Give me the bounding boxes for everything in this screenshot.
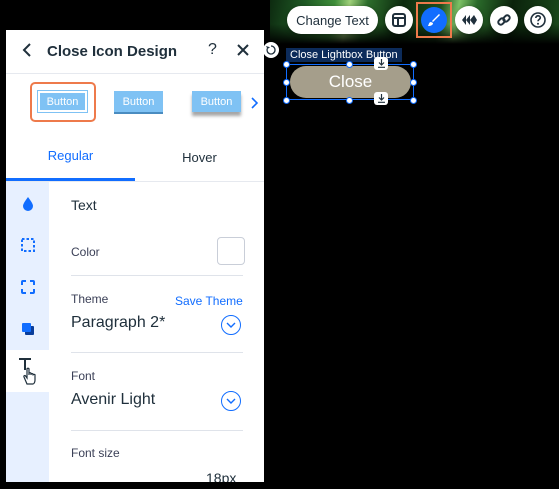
animation-button[interactable] bbox=[455, 6, 483, 34]
corners-icon bbox=[20, 280, 35, 294]
resize-handle-top-right[interactable] bbox=[410, 61, 417, 68]
chevron-down-icon bbox=[226, 322, 236, 328]
link-icon bbox=[497, 14, 511, 26]
resize-handle-right[interactable] bbox=[410, 79, 417, 86]
panel-header: Close Icon Design ? bbox=[6, 30, 264, 74]
design-button-highlight bbox=[416, 2, 452, 38]
panel-title: Close Icon Design bbox=[47, 43, 178, 60]
tab-regular[interactable]: Regular bbox=[6, 133, 135, 181]
anchor-top-icon[interactable] bbox=[374, 57, 388, 70]
back-chevron-icon[interactable] bbox=[22, 42, 32, 63]
font-size-label: Font size bbox=[71, 446, 120, 460]
rotate-icon[interactable] bbox=[263, 42, 279, 58]
link-button[interactable] bbox=[490, 6, 518, 34]
panel-help-icon[interactable]: ? bbox=[208, 41, 217, 59]
divider bbox=[71, 275, 243, 276]
preset-button-1[interactable]: Button bbox=[37, 90, 88, 113]
font-size-value[interactable]: 18px bbox=[206, 470, 236, 482]
sidebar-item-text[interactable] bbox=[6, 350, 49, 392]
sidebar-item-fill[interactable] bbox=[6, 182, 49, 224]
fill-drop-icon bbox=[22, 196, 33, 211]
change-text-button[interactable]: Change Text bbox=[287, 6, 378, 34]
preset-button-3[interactable]: Button bbox=[192, 91, 241, 112]
resize-handle-bottom-right[interactable] bbox=[410, 97, 417, 104]
border-dashed-icon bbox=[20, 238, 35, 252]
resize-handle-left[interactable] bbox=[283, 79, 290, 86]
sidebar-item-shadow[interactable] bbox=[6, 308, 49, 350]
font-label: Font bbox=[71, 369, 96, 383]
theme-label: Theme bbox=[71, 292, 109, 306]
theme-dropdown[interactable] bbox=[221, 315, 241, 335]
divider bbox=[71, 352, 243, 353]
resize-handle-top[interactable] bbox=[346, 61, 353, 68]
chevron-right-icon[interactable] bbox=[250, 96, 259, 114]
sidebar-item-corners[interactable] bbox=[6, 266, 49, 308]
state-tabs: Regular Hover bbox=[6, 133, 264, 182]
close-lightbox-button[interactable]: Close bbox=[290, 66, 411, 98]
question-icon bbox=[530, 12, 546, 28]
color-swatch[interactable] bbox=[217, 237, 245, 265]
anchor-bottom-icon[interactable] bbox=[374, 92, 388, 105]
chevron-down-icon bbox=[226, 398, 236, 404]
design-sidebar bbox=[6, 182, 49, 482]
theme-value[interactable]: Paragraph 2* bbox=[71, 314, 165, 332]
tab-hover[interactable]: Hover bbox=[135, 133, 264, 181]
layout-button[interactable] bbox=[385, 6, 413, 34]
design-button[interactable] bbox=[421, 7, 447, 33]
close-icon[interactable] bbox=[236, 43, 250, 62]
paintbrush-icon bbox=[428, 14, 440, 26]
resize-handle-top-left[interactable] bbox=[283, 61, 290, 68]
text-icon bbox=[18, 358, 36, 385]
divider bbox=[71, 430, 243, 431]
animation-icon bbox=[462, 15, 477, 25]
save-theme-link[interactable]: Save Theme bbox=[175, 294, 243, 308]
design-panel: Close Icon Design ? Button Button Button… bbox=[6, 30, 264, 482]
layout-icon bbox=[392, 13, 406, 27]
color-label: Color bbox=[71, 245, 100, 259]
resize-handle-bottom-left[interactable] bbox=[283, 97, 290, 104]
shadow-icon bbox=[21, 323, 34, 335]
text-settings: Text Color Theme Save Theme Paragraph 2*… bbox=[49, 182, 264, 482]
preset-button-2[interactable]: Button bbox=[114, 91, 163, 112]
font-dropdown[interactable] bbox=[221, 391, 241, 411]
help-button[interactable] bbox=[524, 6, 552, 34]
section-title: Text bbox=[71, 197, 97, 213]
font-value[interactable]: Avenir Light bbox=[71, 391, 155, 409]
resize-handle-bottom[interactable] bbox=[346, 97, 353, 104]
sidebar-item-border[interactable] bbox=[6, 224, 49, 266]
